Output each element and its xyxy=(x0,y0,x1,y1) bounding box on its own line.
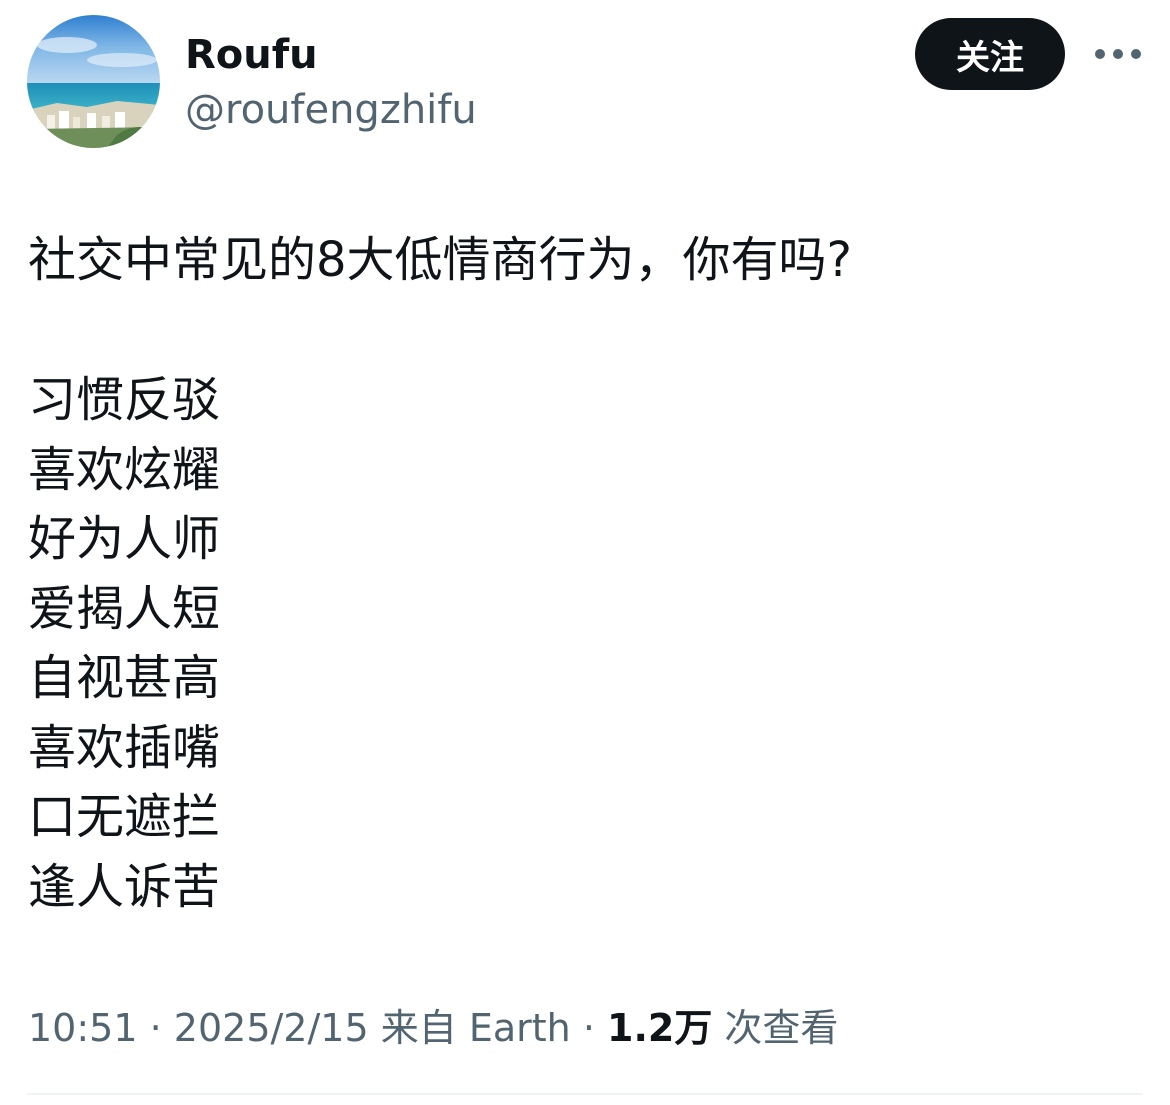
avatar[interactable] xyxy=(27,15,160,148)
more-horizontal-icon xyxy=(1095,49,1141,59)
tweet-list-item: 好为人师 xyxy=(28,511,221,567)
tweet-list-item: 喜欢炫耀 xyxy=(28,441,221,498)
avatar-image xyxy=(27,15,160,148)
tweet-list-item: 爱揭人短 xyxy=(28,580,221,637)
tweet-list-item: 喜欢插嘴 xyxy=(28,719,221,776)
tweet-list-item: 习惯反驳 xyxy=(28,372,221,428)
divider xyxy=(27,1093,1143,1095)
tweet-list-item: 口无遮拦 xyxy=(28,789,221,845)
tweet-source: 来自 Earth xyxy=(380,1006,571,1050)
tweet-date[interactable]: 2025/2/15 xyxy=(174,1006,369,1050)
tweet-list: 习惯反驳 喜欢炫耀 好为人师 爱揭人短 自视甚高 喜欢插嘴 口无遮拦 逢人诉苦 xyxy=(28,365,852,921)
more-options-button[interactable] xyxy=(1090,34,1146,74)
follow-button[interactable]: 关注 xyxy=(915,18,1065,90)
meta-separator: · xyxy=(582,1006,595,1050)
tweet-list-item: 自视甚高 xyxy=(28,650,221,706)
tweet-time[interactable]: 10:51 xyxy=(28,1006,138,1050)
author-display-name[interactable]: Roufu xyxy=(185,30,318,80)
tweet-title: 社交中常见的8大低情商行为，你有吗? xyxy=(28,232,853,288)
tweet-list-item: 逢人诉苦 xyxy=(28,858,221,915)
tweet-text: 社交中常见的8大低情商行为，你有吗? 习惯反驳 喜欢炫耀 好为人师 爱揭人短 自… xyxy=(28,225,852,921)
tweet-meta: 10:51 · 2025/2/15 来自 Earth · 1.2万 次查看 xyxy=(28,1000,838,1056)
views-label[interactable]: 次查看 xyxy=(724,1006,838,1050)
tweet-detail: Roufu @roufengzhifu 关注 社交中常见的8大低情商行为，你有吗… xyxy=(0,0,1170,1105)
author-handle[interactable]: @roufengzhifu xyxy=(185,85,477,135)
views-count[interactable]: 1.2万 xyxy=(607,1006,712,1050)
meta-separator: · xyxy=(149,1006,162,1050)
